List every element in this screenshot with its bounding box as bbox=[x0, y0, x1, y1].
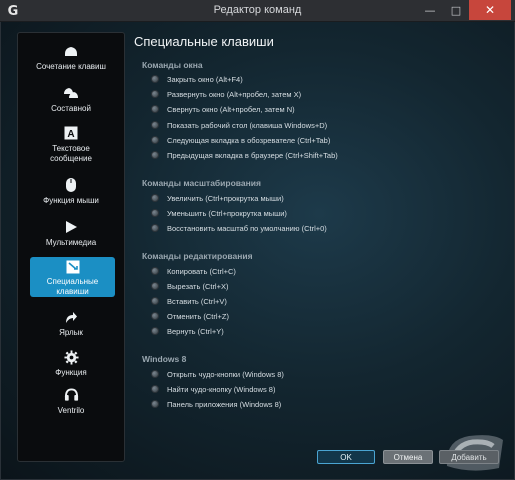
option-label: Вставить (Ctrl+V) bbox=[167, 296, 227, 306]
option-label: Следующая вкладка в обозревателе (Ctrl+T… bbox=[167, 135, 331, 145]
option-label: Показать рабочий стол (клавиша Windows+D… bbox=[167, 120, 328, 130]
keyboard-shortcut-icon bbox=[63, 43, 79, 59]
special-keys-panel: Специальные клавиши Команды окна Закрыть… bbox=[133, 32, 508, 442]
radio-button[interactable] bbox=[151, 282, 159, 290]
command-type-sidebar: Сочетание клавиш Составной A Текстовое с… bbox=[17, 32, 125, 462]
option-label: Вернуть (Ctrl+Y) bbox=[167, 326, 224, 336]
option-zoom-out[interactable]: Уменьшить (Ctrl+прокрутка мыши) bbox=[151, 207, 287, 219]
text-block-icon: A bbox=[63, 125, 79, 141]
title-bar: G Редактор команд — □ ✕ bbox=[0, 0, 515, 22]
sidebar-item-multimedia[interactable]: Мультимедиа bbox=[18, 219, 124, 248]
minimize-button[interactable]: — bbox=[417, 0, 443, 20]
radio-button[interactable] bbox=[151, 327, 159, 335]
option-copy[interactable]: Копировать (Ctrl+C) bbox=[151, 265, 236, 277]
gear-icon bbox=[63, 349, 79, 365]
option-label: Отменить (Ctrl+Z) bbox=[167, 311, 229, 321]
headset-icon bbox=[63, 387, 79, 403]
option-label: Открыть чудо-кнопки (Windows 8) bbox=[167, 369, 284, 379]
close-button[interactable]: ✕ bbox=[469, 0, 511, 20]
sidebar-item-label: Функция bbox=[55, 368, 87, 377]
sidebar-item-label: Ярлык bbox=[59, 328, 83, 337]
option-app-bar[interactable]: Панель приложения (Windows 8) bbox=[151, 398, 281, 410]
option-cut[interactable]: Вырезать (Ctrl+X) bbox=[151, 280, 228, 292]
option-label: Развернуть окно (Alt+пробел, затем X) bbox=[167, 89, 302, 99]
radio-button[interactable] bbox=[151, 105, 159, 113]
sidebar-item-mouse-function[interactable]: Функция мыши bbox=[18, 177, 124, 206]
shortcut-arrow-icon bbox=[63, 309, 79, 325]
sidebar-item-label: Составной bbox=[51, 104, 91, 113]
window-controls: — □ ✕ bbox=[417, 0, 511, 20]
option-redo[interactable]: Вернуть (Ctrl+Y) bbox=[151, 325, 224, 337]
option-label: Предыдущая вкладка в браузере (Ctrl+Shif… bbox=[167, 150, 338, 160]
radio-button[interactable] bbox=[151, 297, 159, 305]
option-reset-zoom[interactable]: Восстановить масштаб по умолчанию (Ctrl+… bbox=[151, 222, 327, 234]
sidebar-item-special-keys[interactable]: Специальные клавиши bbox=[30, 257, 115, 297]
option-open-charms[interactable]: Открыть чудо-кнопки (Windows 8) bbox=[151, 368, 284, 380]
sidebar-item-label: Ventrilo bbox=[57, 406, 85, 415]
sidebar-item-multikey[interactable]: Составной bbox=[18, 85, 124, 114]
sidebar-item-text-block[interactable]: A Текстовое сообщение bbox=[18, 125, 124, 164]
option-label: Найти чудо-кнопку (Windows 8) bbox=[167, 384, 276, 394]
page-title: Специальные клавиши bbox=[134, 34, 274, 49]
radio-button[interactable] bbox=[151, 400, 159, 408]
option-close-window[interactable]: Закрыть окно (Alt+F4) bbox=[151, 73, 243, 85]
sidebar-item-label: Мультимедиа bbox=[45, 238, 97, 247]
sidebar-item-function[interactable]: Функция bbox=[18, 349, 124, 378]
option-label: Уменьшить (Ctrl+прокрутка мыши) bbox=[167, 208, 287, 218]
maximize-button[interactable]: □ bbox=[443, 0, 469, 20]
play-icon bbox=[63, 219, 79, 235]
svg-text:A: A bbox=[67, 129, 74, 140]
radio-button[interactable] bbox=[151, 90, 159, 98]
ok-button[interactable]: OK bbox=[317, 450, 375, 464]
add-button[interactable]: Добавить bbox=[439, 450, 499, 464]
multikey-icon bbox=[63, 85, 79, 101]
mouse-icon bbox=[63, 177, 79, 193]
section-title-window-commands: Команды окна bbox=[142, 60, 203, 70]
radio-button[interactable] bbox=[151, 75, 159, 83]
sidebar-item-key-combination[interactable]: Сочетание клавиш bbox=[18, 43, 124, 72]
option-show-desktop[interactable]: Показать рабочий стол (клавиша Windows+D… bbox=[151, 119, 327, 131]
section-title-zoom-commands: Команды масштабирования bbox=[142, 178, 261, 188]
special-keys-icon bbox=[65, 260, 81, 274]
option-maximize-window[interactable]: Развернуть окно (Alt+пробел, затем X) bbox=[151, 88, 301, 100]
radio-button[interactable] bbox=[151, 194, 159, 202]
section-title-windows-8: Windows 8 bbox=[142, 354, 187, 364]
option-paste[interactable]: Вставить (Ctrl+V) bbox=[151, 295, 227, 307]
radio-button[interactable] bbox=[151, 121, 159, 129]
cancel-button[interactable]: Отмена bbox=[383, 450, 433, 464]
option-label: Увеличить (Ctrl+прокрутка мыши) bbox=[167, 193, 284, 203]
radio-button[interactable] bbox=[151, 385, 159, 393]
radio-button[interactable] bbox=[151, 209, 159, 217]
option-next-tab[interactable]: Следующая вкладка в обозревателе (Ctrl+T… bbox=[151, 134, 330, 146]
sidebar-item-label: Функция мыши bbox=[43, 196, 99, 205]
radio-button[interactable] bbox=[151, 370, 159, 378]
option-label: Копировать (Ctrl+C) bbox=[167, 266, 236, 276]
section-title-edit-commands: Команды редактирования bbox=[142, 251, 253, 261]
option-undo[interactable]: Отменить (Ctrl+Z) bbox=[151, 310, 229, 322]
sidebar-item-ventrilo[interactable]: Ventrilo bbox=[18, 387, 124, 416]
radio-button[interactable] bbox=[151, 151, 159, 159]
sidebar-item-label: Сочетание клавиш bbox=[36, 62, 106, 71]
sidebar-item-shortcut[interactable]: Ярлык bbox=[18, 309, 124, 338]
option-label: Восстановить масштаб по умолчанию (Ctrl+… bbox=[167, 223, 327, 233]
option-label: Свернуть окно (Alt+пробел, затем N) bbox=[167, 104, 295, 114]
radio-button[interactable] bbox=[151, 267, 159, 275]
sidebar-item-label: Текстовое сообщение bbox=[50, 144, 92, 163]
command-editor-window: Сочетание клавиш Составной A Текстовое с… bbox=[0, 22, 515, 480]
option-label: Вырезать (Ctrl+X) bbox=[167, 281, 229, 291]
option-minimize-window[interactable]: Свернуть окно (Alt+пробел, затем N) bbox=[151, 103, 295, 115]
option-label: Панель приложения (Windows 8) bbox=[167, 399, 282, 409]
radio-button[interactable] bbox=[151, 312, 159, 320]
option-search-charm[interactable]: Найти чудо-кнопку (Windows 8) bbox=[151, 383, 275, 395]
radio-button[interactable] bbox=[151, 224, 159, 232]
radio-button[interactable] bbox=[151, 136, 159, 144]
option-previous-tab[interactable]: Предыдущая вкладка в браузере (Ctrl+Shif… bbox=[151, 149, 338, 161]
option-label: Закрыть окно (Alt+F4) bbox=[167, 74, 243, 84]
option-zoom-in[interactable]: Увеличить (Ctrl+прокрутка мыши) bbox=[151, 192, 284, 204]
sidebar-item-label: Специальные клавиши bbox=[46, 277, 99, 296]
